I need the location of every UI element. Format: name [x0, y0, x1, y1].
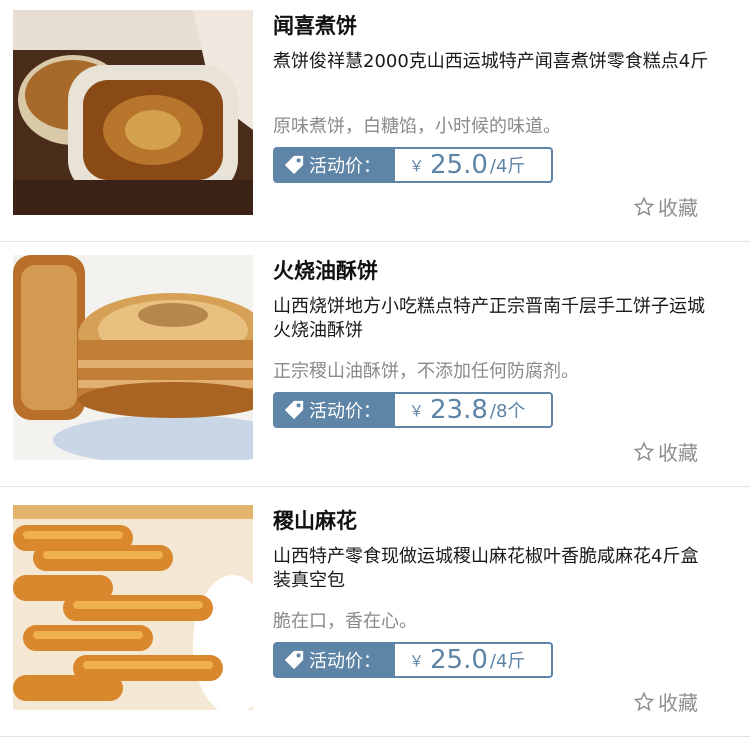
product-description[interactable]: 煮饼俊祥慧2000克山西运城特产闻喜煮饼零食糕点4斤 [273, 50, 713, 74]
price-unit: /4斤 [489, 651, 526, 672]
price-label: 活动价： [309, 401, 381, 422]
price-label-box: 活动价： [275, 149, 395, 181]
collect-label: 收藏 [658, 441, 698, 465]
product-image[interactable] [13, 505, 253, 710]
product-description[interactable]: 山西烧饼地方小吃糕点特产正宗晋南千层手工饼子运城火烧油酥饼 [273, 295, 713, 343]
star-outline-icon [633, 691, 655, 711]
tag-icon [284, 650, 304, 670]
product-card[interactable]: 闻喜煮饼 煮饼俊祥慧2000克山西运城特产闻喜煮饼零食糕点4斤 原味煮饼，白糖馅… [0, 0, 750, 242]
star-outline-icon [633, 196, 655, 216]
product-subtitle: 脆在口，香在心。 [273, 611, 417, 632]
price-label-box: 活动价： [275, 644, 395, 676]
price-value: ￥ 25.0 /4斤 [395, 644, 551, 676]
currency-symbol: ￥ [409, 401, 425, 420]
product-title[interactable]: 火烧油酥饼 [273, 255, 378, 285]
collect-button[interactable]: 收藏 [633, 192, 698, 221]
product-title[interactable]: 闻喜煮饼 [273, 10, 357, 40]
price-unit: /4斤 [489, 156, 526, 177]
price-amount: 25.0 [430, 645, 488, 675]
price-label: 活动价： [309, 651, 381, 672]
price-label: 活动价： [309, 156, 381, 177]
mahua-image [13, 505, 253, 710]
collect-button[interactable]: 收藏 [633, 437, 698, 466]
product-card[interactable]: 稷山麻花 山西特产零食现做运城稷山麻花椒叶香脆咸麻花4斤盒装真空包 脆在口，香在… [0, 493, 750, 737]
price-value: ￥ 25.0 /4斤 [395, 149, 551, 181]
product-subtitle: 正宗稷山油酥饼，不添加任何防腐剂。 [273, 361, 579, 382]
collect-button[interactable]: 收藏 [633, 687, 698, 716]
currency-symbol: ￥ [409, 156, 425, 175]
price-badge: 活动价： ￥ 25.0 /4斤 [273, 642, 553, 678]
product-card[interactable]: 火烧油酥饼 山西烧饼地方小吃糕点特产正宗晋南千层手工饼子运城火烧油酥饼 正宗稷山… [0, 243, 750, 487]
product-image[interactable] [13, 255, 253, 460]
price-amount: 23.8 [430, 395, 488, 425]
tag-icon [284, 155, 304, 175]
price-amount: 25.0 [430, 150, 488, 180]
star-outline-icon [633, 441, 655, 461]
price-badge: 活动价： ￥ 23.8 /8个 [273, 392, 553, 428]
price-label-box: 活动价： [275, 394, 395, 426]
product-title[interactable]: 稷山麻花 [273, 505, 357, 535]
price-badge: 活动价： ￥ 25.0 /4斤 [273, 147, 553, 183]
product-description[interactable]: 山西特产零食现做运城稷山麻花椒叶香脆咸麻花4斤盒装真空包 [273, 545, 713, 593]
tag-icon [284, 400, 304, 420]
product-subtitle: 原味煮饼，白糖馅，小时候的味道。 [273, 116, 561, 137]
collect-label: 收藏 [658, 196, 698, 220]
zhubing-image [13, 10, 253, 215]
currency-symbol: ￥ [409, 651, 425, 670]
youxubing-image [13, 255, 253, 460]
product-image[interactable] [13, 10, 253, 215]
price-unit: /8个 [489, 401, 526, 422]
collect-label: 收藏 [658, 691, 698, 715]
price-value: ￥ 23.8 /8个 [395, 394, 551, 426]
